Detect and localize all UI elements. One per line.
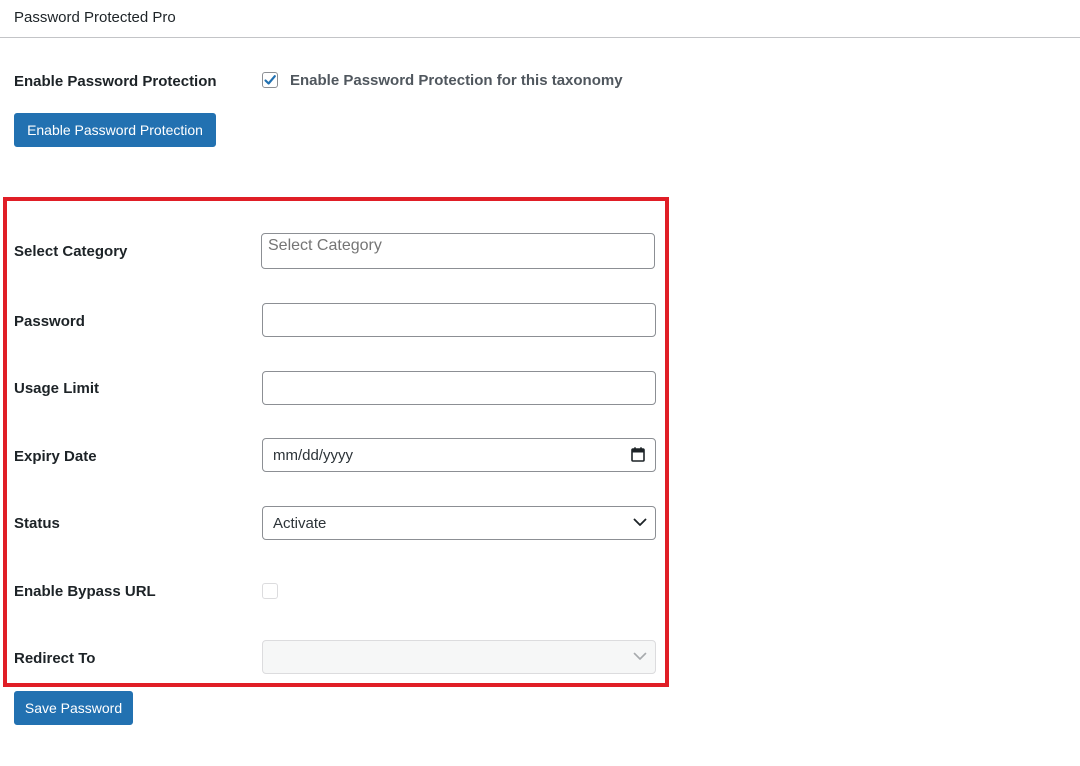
panel-title: Password Protected Pro	[14, 9, 176, 26]
redirect-to-label: Redirect To	[14, 650, 96, 667]
title-divider	[0, 37, 1080, 38]
bypass-url-checkbox[interactable]	[262, 583, 278, 599]
status-value: Activate	[273, 515, 327, 532]
status-label: Status	[14, 515, 60, 532]
chevron-down-icon	[633, 518, 647, 526]
checkmark-icon	[264, 75, 276, 85]
expiry-date-input[interactable]: mm/dd/yyyy	[262, 438, 656, 472]
password-input[interactable]	[262, 303, 656, 337]
expiry-date-label: Expiry Date	[14, 448, 97, 465]
enable-protection-button[interactable]: Enable Password Protection	[14, 113, 216, 147]
usage-limit-input[interactable]	[262, 371, 656, 405]
enable-protection-checkbox-text: Enable Password Protection for this taxo…	[290, 72, 623, 89]
password-label: Password	[14, 313, 85, 330]
select-category-placeholder: Select Category	[268, 237, 382, 254]
select-category-input[interactable]: Select Category	[261, 233, 655, 269]
save-password-button[interactable]: Save Password	[14, 691, 133, 725]
select-category-label: Select Category	[14, 243, 128, 260]
status-select[interactable]: Activate	[262, 506, 656, 540]
expiry-date-value: mm/dd/yyyy	[273, 447, 354, 464]
enable-protection-label: Enable Password Protection	[14, 73, 217, 90]
bypass-url-label: Enable Bypass URL	[14, 583, 156, 600]
redirect-to-select[interactable]	[262, 640, 656, 674]
enable-protection-checkbox[interactable]	[262, 72, 278, 88]
usage-limit-label: Usage Limit	[14, 380, 100, 397]
calendar-icon[interactable]	[631, 447, 645, 462]
chevron-down-icon	[633, 652, 647, 660]
